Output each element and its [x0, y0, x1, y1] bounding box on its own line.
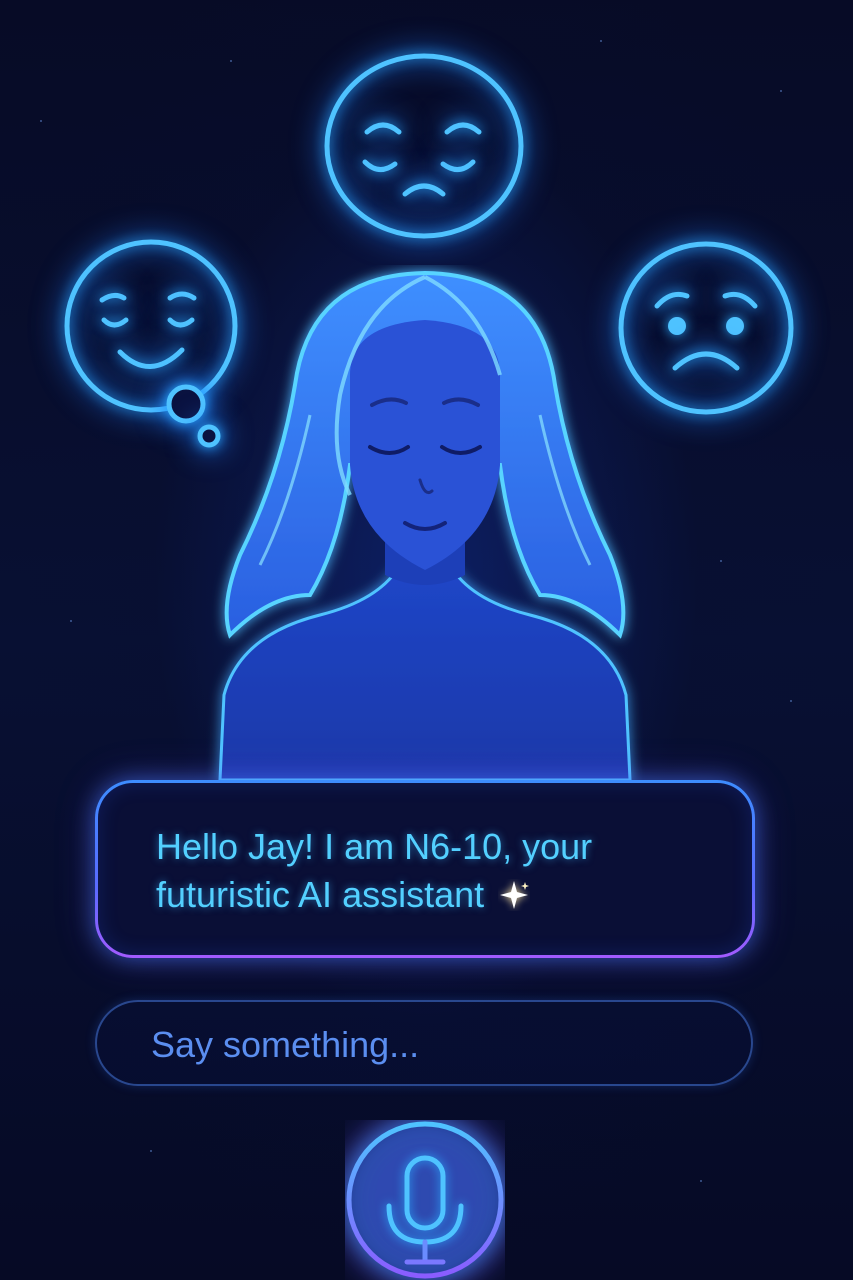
- microphone-icon: [346, 1121, 504, 1279]
- microphone-button[interactable]: [345, 1120, 505, 1280]
- sad-face-icon: [323, 52, 525, 240]
- assistant-message-bubble: Hello Jay! I am N6-10, your futuristic A…: [95, 780, 755, 958]
- assistant-avatar: [200, 265, 650, 782]
- message-input-container: [95, 1000, 753, 1088]
- message-input[interactable]: [149, 1002, 713, 1088]
- assistant-screen: Hello Jay! I am N6-10, your futuristic A…: [0, 0, 853, 1280]
- assistant-message: Hello Jay! I am N6-10, your futuristic A…: [156, 823, 716, 919]
- sparkle-icon: [500, 881, 530, 909]
